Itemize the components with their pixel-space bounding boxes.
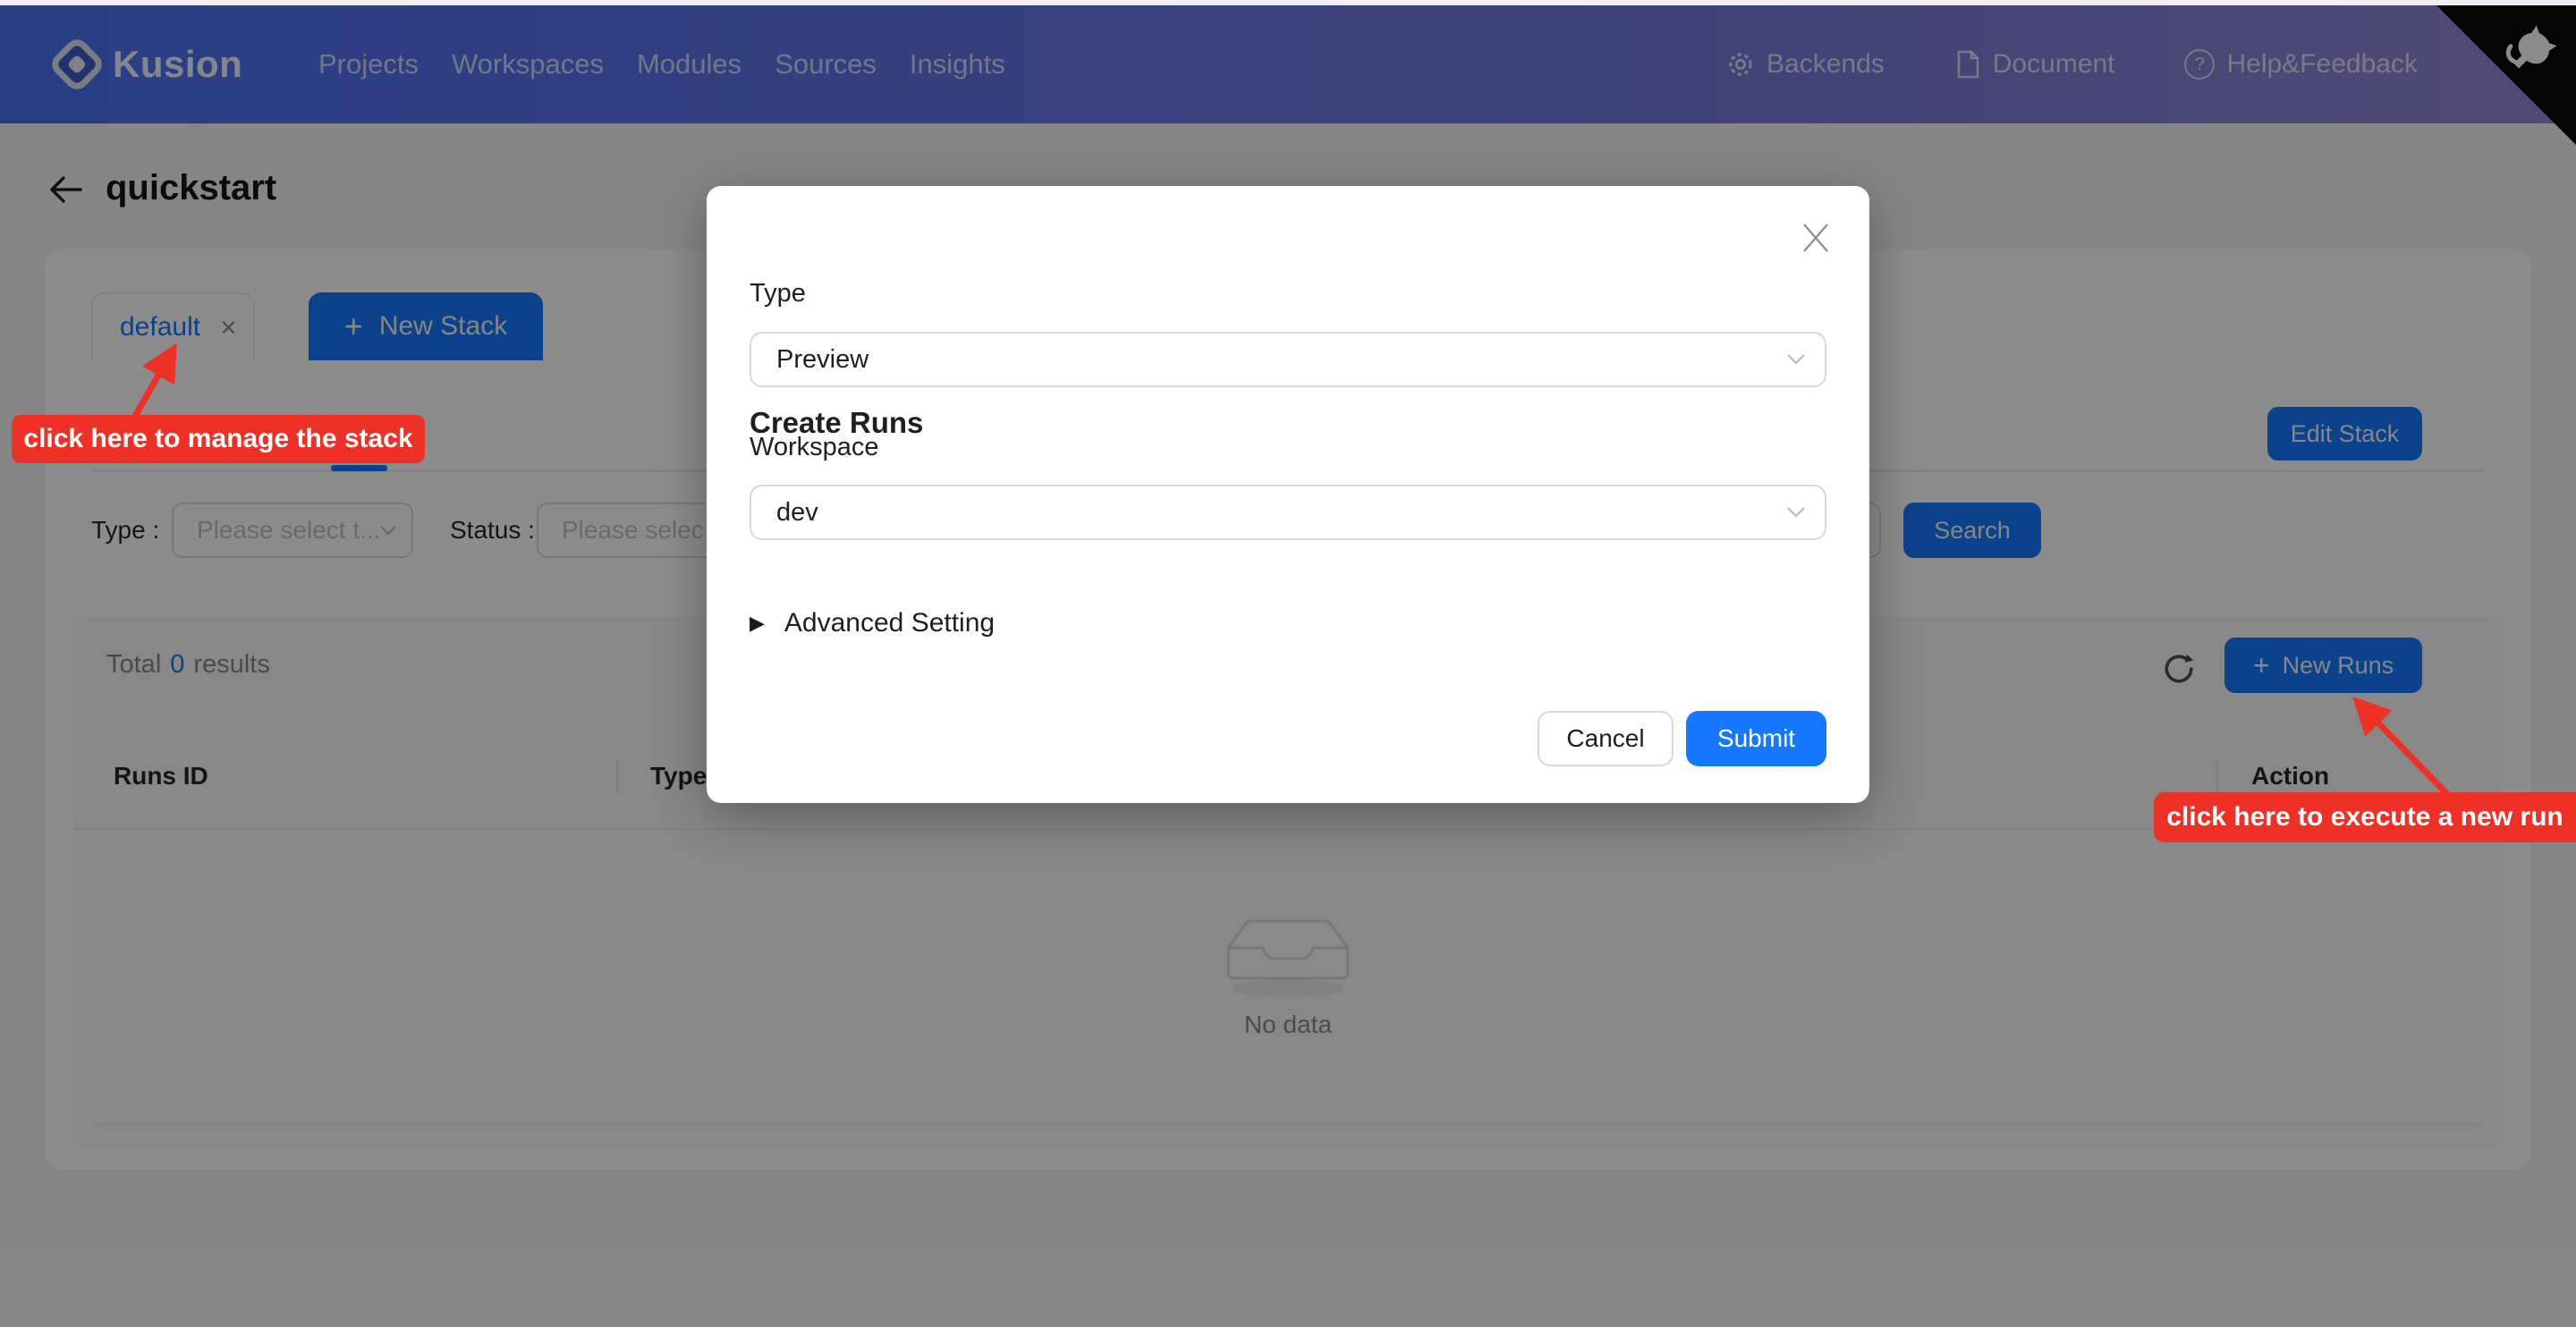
annotation-stack-tip: click here to manage the stack	[12, 415, 425, 463]
advanced-setting-label: Advanced Setting	[784, 608, 995, 638]
browser-edge-strip	[0, 0, 2576, 5]
run-type-select[interactable]: Preview	[750, 332, 1826, 387]
chevron-down-icon	[1787, 507, 1805, 518]
cancel-button[interactable]: Cancel	[1538, 711, 1674, 766]
advanced-setting-toggle[interactable]: ▶ Advanced Setting	[750, 608, 995, 638]
create-runs-modal: Create Runs Type Preview Workspace dev ▶…	[707, 186, 1869, 803]
modal-workspace-label: Workspace	[750, 433, 879, 462]
close-icon	[1801, 223, 1831, 253]
modal-close-button[interactable]	[1794, 216, 1837, 259]
modal-type-label: Type	[750, 279, 806, 309]
annotation-run-tip: click here to execute a new run	[2154, 792, 2576, 842]
workspace-select[interactable]: dev	[750, 485, 1826, 540]
workspace-value: dev	[776, 498, 818, 528]
run-type-value: Preview	[776, 345, 869, 375]
caret-right-icon: ▶	[750, 613, 765, 633]
submit-button[interactable]: Submit	[1686, 711, 1826, 766]
kusion-app: Kusion Projects Workspaces Modules Sourc…	[0, 0, 2576, 1327]
chevron-down-icon	[1787, 354, 1805, 365]
